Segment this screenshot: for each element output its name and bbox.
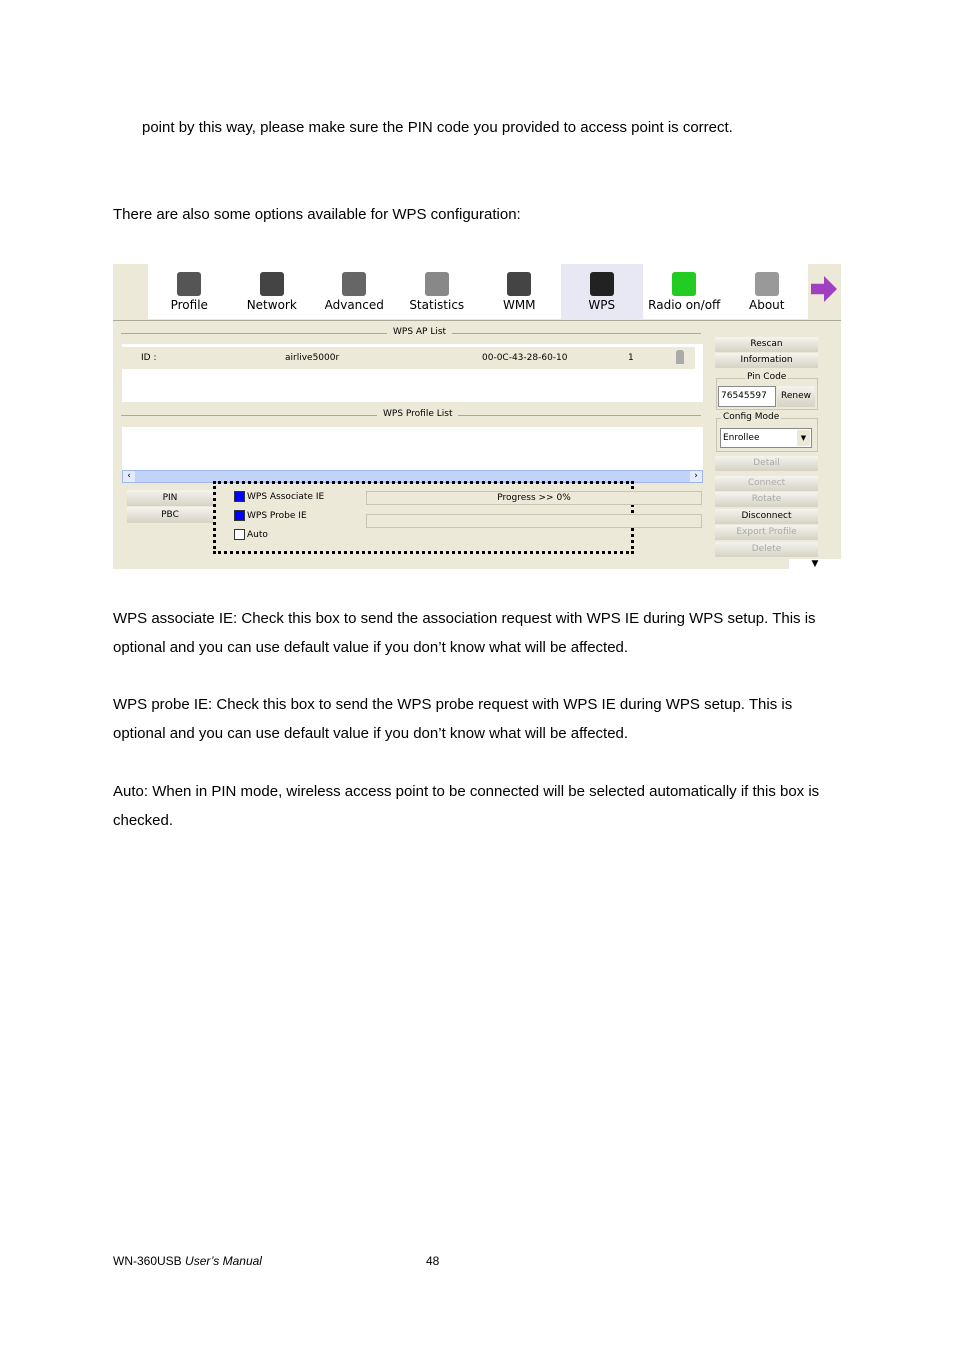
scroll-down-icon[interactable]: ▼: [789, 559, 841, 569]
ap-channel: 1: [628, 353, 634, 363]
toolbar-item-profile[interactable]: Profile: [148, 264, 231, 319]
config-mode-value: Enrollee: [723, 433, 760, 443]
rotate-button[interactable]: Rotate: [715, 492, 818, 507]
auto-checkbox[interactable]: Auto: [234, 529, 268, 540]
detail-button[interactable]: Detail: [715, 456, 818, 471]
ap-bssid: 00-0C-43-28-60-10: [482, 353, 568, 363]
ap-list-title: WPS AP List: [387, 327, 453, 337]
disconnect-button[interactable]: Disconnect: [715, 509, 818, 524]
pbc-button[interactable]: PBC: [127, 507, 213, 523]
paragraph-auto: Auto: When in PIN mode, wireless access …: [113, 783, 820, 829]
wps-icon: [589, 272, 614, 296]
profile-icon: [177, 272, 202, 296]
chevron-down-icon[interactable]: ▼: [797, 430, 810, 446]
scroll-left-icon[interactable]: ‹: [123, 471, 135, 482]
key-icon: [676, 350, 684, 364]
option-label: Auto: [247, 529, 268, 540]
profile-list-groupline: WPS Profile List: [121, 409, 701, 419]
option-label: WPS Associate IE: [247, 491, 325, 502]
wps-associate-ie-checkbox[interactable]: WPS Associate IE: [234, 491, 324, 502]
toolbar-label: WMM: [502, 298, 536, 312]
information-button[interactable]: Information: [715, 353, 818, 368]
ap-ssid: airlive5000r: [285, 353, 340, 363]
toolbar-label: WPS: [588, 298, 616, 312]
ap-list-groupline: WPS AP List: [121, 327, 701, 337]
toolbar-label: Radio on/off: [648, 298, 721, 312]
connect-button[interactable]: Connect: [715, 476, 818, 491]
pin-button[interactable]: PIN: [127, 490, 213, 506]
profile-list[interactable]: [122, 427, 703, 470]
page-number: 48: [426, 1254, 440, 1268]
ap-id: ID :: [141, 353, 157, 363]
about-icon: [754, 272, 779, 296]
paragraph-options: There are also some options available fo…: [113, 206, 521, 223]
toolbar: Profile Network Advanced Statistics WMM WPS Ra…: [148, 264, 808, 319]
antenna-icon: [672, 272, 697, 296]
toolbar-item-wmm[interactable]: WMM: [478, 264, 561, 319]
divider: [113, 320, 841, 321]
pin-code-label: Pin Code: [745, 372, 789, 382]
profile-list-title: WPS Profile List: [377, 409, 459, 419]
qos-icon: [507, 272, 532, 296]
wps-utility-screenshot: Profile Network Advanced Statistics WMM WPS Ra…: [113, 264, 841, 569]
calculator-icon: [424, 272, 449, 296]
toolbar-item-advanced[interactable]: Advanced: [313, 264, 396, 319]
next-arrow-icon[interactable]: [811, 276, 837, 302]
toolbar-item-wps[interactable]: WPS: [560, 264, 643, 319]
footer-manual: WN-360USB User’s Manual: [113, 1254, 262, 1268]
toolbar-label: About: [749, 298, 785, 312]
ap-list-row[interactable]: ID : airlive5000r 00-0C-43-28-60-10 1: [122, 347, 695, 369]
toolbar-label: Advanced: [324, 298, 384, 312]
footer-title: User’s Manual: [185, 1254, 262, 1268]
rescan-button[interactable]: Rescan: [715, 337, 818, 352]
router-icon: [259, 272, 284, 296]
toolbar-item-statistics[interactable]: Statistics: [396, 264, 479, 319]
toolbar-item-about[interactable]: About: [726, 264, 809, 319]
wps-probe-ie-checkbox[interactable]: WPS Probe IE: [234, 510, 307, 521]
ap-list[interactable]: ID : airlive5000r 00-0C-43-28-60-10 1: [122, 344, 703, 402]
toolbar-label: Network: [246, 298, 297, 312]
delete-button[interactable]: Delete: [715, 542, 818, 557]
config-mode-group: Config Mode Enrollee ▼: [716, 412, 818, 452]
config-mode-label: Config Mode: [721, 412, 782, 422]
gears-icon: [342, 272, 367, 296]
toolbar-label: Profile: [170, 298, 208, 312]
option-label: WPS Probe IE: [247, 510, 307, 521]
paragraph-associate-ie: WPS associate IE: Check this box to send…: [113, 610, 816, 656]
export-profile-button[interactable]: Export Profile: [715, 525, 818, 540]
toolbar-item-radio-on-off[interactable]: Radio on/off: [643, 264, 726, 319]
pin-code-field[interactable]: 76545597: [718, 386, 776, 407]
paragraph-probe-ie: WPS probe IE: Check this box to send the…: [113, 696, 793, 742]
progress-bar: Progress >> 0%: [366, 491, 702, 505]
config-mode-select[interactable]: Enrollee ▼: [720, 428, 812, 448]
progress-bar-secondary: [366, 514, 702, 528]
footer-model: WN-360USB: [113, 1254, 182, 1268]
pin-code-group: Pin Code 76545597 Renew: [716, 372, 818, 410]
toolbar-label: Statistics: [409, 298, 465, 312]
toolbar-item-network[interactable]: Network: [231, 264, 314, 319]
renew-button[interactable]: Renew: [777, 386, 815, 407]
scroll-right-icon[interactable]: ›: [690, 471, 702, 482]
paragraph-intro: point by this way, please make sure the …: [142, 119, 733, 136]
